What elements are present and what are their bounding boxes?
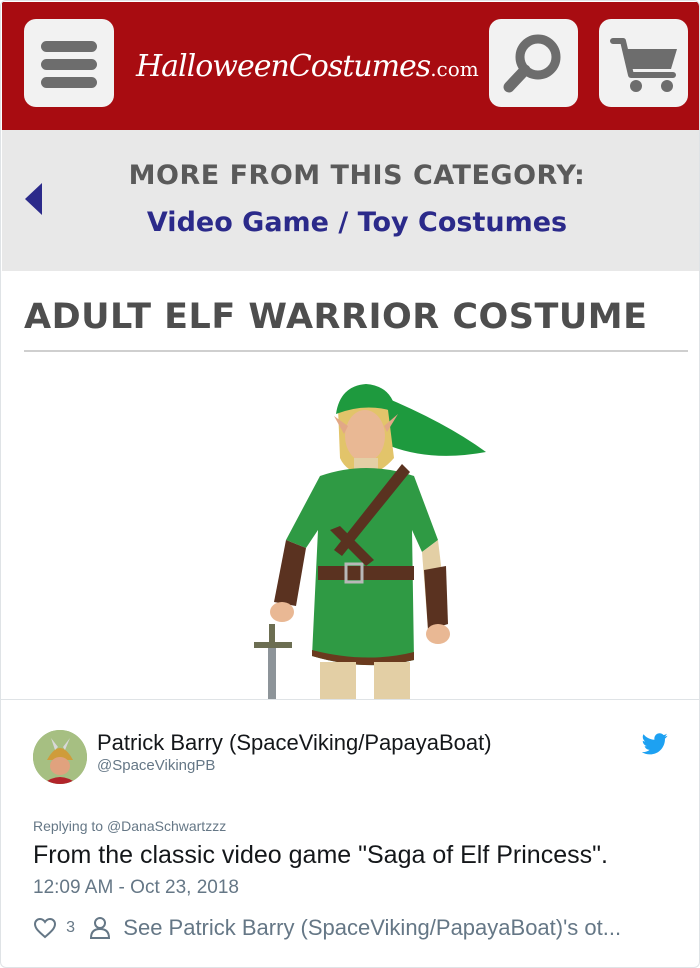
cart-button[interactable] (599, 19, 688, 107)
store-logo-domain: .com (430, 57, 479, 81)
tweet-actions: 3 See Patrick Barry (SpaceViking/PapayaB… (33, 911, 673, 943)
magnifier-icon (503, 34, 561, 93)
tweet-timestamp[interactable]: 12:09 AM - Oct 23, 2018 (33, 877, 239, 899)
avatar-image (33, 730, 87, 784)
category-bar (2, 130, 699, 271)
store-logo-main: HalloweenCostumes (136, 49, 431, 84)
tweet-card[interactable]: HalloweenCostumes.com MORE FROM THIS CAT… (0, 0, 700, 968)
like-count: 3 (66, 919, 76, 937)
author-avatar[interactable] (33, 730, 87, 784)
store-logo[interactable]: HalloweenCostumes.com (136, 42, 479, 92)
author-name[interactable]: Patrick Barry (SpaceViking/PapayaBoat) (97, 730, 492, 756)
person-icon (90, 917, 111, 940)
attached-screenshot[interactable]: HalloweenCostumes.com MORE FROM THIS CAT… (2, 2, 699, 699)
twitter-bird-icon[interactable] (642, 733, 668, 755)
heart-icon[interactable] (33, 917, 57, 939)
category-heading: MORE FROM THIS CATEGORY: (128, 160, 586, 191)
author-handle[interactable]: @SpaceVikingPB (97, 757, 215, 774)
media-divider (1, 699, 699, 700)
store-header: HalloweenCostumes.com (2, 2, 699, 130)
see-more-link[interactable]: See Patrick Barry (SpaceViking/PapayaBoa… (123, 912, 621, 943)
product-title: ADULT ELF WARRIOR COSTUME (24, 297, 648, 337)
title-divider (24, 350, 688, 352)
category-link[interactable]: Video Game / Toy Costumes (2, 207, 699, 238)
replying-to-handle[interactable]: @DanaSchwartzzz (107, 818, 226, 834)
search-button[interactable] (489, 19, 578, 107)
product-photo[interactable] (242, 380, 492, 699)
replying-to-prefix: Replying to (33, 818, 107, 834)
hamburger-menu-icon[interactable] (24, 19, 114, 107)
tweet-text: From the classic video game "Saga of Elf… (33, 841, 608, 869)
shopping-cart-icon (610, 38, 677, 92)
replying-to: Replying to @DanaSchwartzzz (33, 818, 226, 834)
